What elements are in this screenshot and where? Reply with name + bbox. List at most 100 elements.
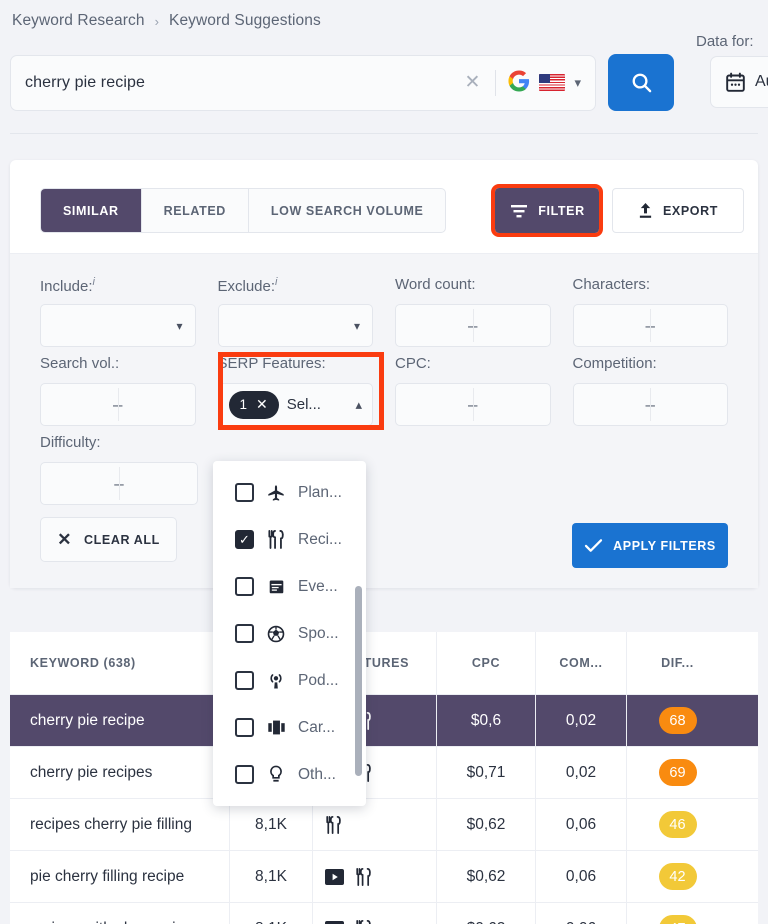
info-icon[interactable]: i (93, 276, 95, 288)
search-input-container[interactable]: cherry pie recipe ✕ ▾ (10, 54, 596, 111)
checkbox[interactable] (235, 483, 254, 502)
table-row[interactable]: cherry pie recipe $0,6 0,02 68 (10, 695, 758, 747)
serp-option-label: Plan... (298, 483, 342, 501)
search-input[interactable]: cherry pie recipe (25, 74, 461, 92)
checkbox[interactable] (235, 577, 254, 596)
cutlery-icon (266, 530, 286, 549)
filter-cpc-range[interactable]: – (395, 383, 551, 426)
filter-exclude: Exclude:i ▾ (217, 276, 373, 347)
cell-cpc: $0,62 (437, 903, 536, 924)
filter-cpc: CPC: – (395, 355, 551, 426)
date-range-button[interactable]: Au (710, 56, 768, 108)
search-submit-button[interactable] (608, 54, 674, 111)
chevron-up-icon[interactable]: ▴ (355, 397, 362, 413)
serp-features-select[interactable]: 1 ✕ Sel... ▴ (217, 383, 373, 426)
serp-option-recipes[interactable]: ✓ Reci... (213, 516, 366, 563)
serp-option-label: Reci... (298, 530, 342, 548)
close-x-icon[interactable]: ✕ (461, 72, 483, 94)
cell-keyword[interactable]: cherry pie recipes (10, 747, 230, 798)
info-icon[interactable]: i (275, 276, 277, 288)
checkbox[interactable]: ✓ (235, 530, 254, 549)
cell-competition: 0,06 (536, 799, 627, 850)
column-header-difficulty[interactable]: DIF... (627, 632, 728, 694)
cell-difficulty: 69 (627, 747, 728, 798)
checkbox[interactable] (235, 718, 254, 737)
cell-keyword[interactable]: recipes with cherry pie (10, 903, 230, 924)
cutlery-icon (326, 815, 341, 834)
table-row[interactable]: recipes with cherry pie 8,1K $0,62 0,06 … (10, 903, 758, 924)
filter-competition-label: Competition: (572, 355, 657, 372)
filter-search-volume-range[interactable]: – (40, 383, 196, 426)
column-header-cpc[interactable]: CPC (437, 632, 536, 694)
dropdown-scrollbar[interactable] (355, 586, 362, 776)
calendar-icon (726, 72, 745, 92)
breadcrumb-parent[interactable]: Keyword Research (12, 12, 145, 30)
checkbox[interactable] (235, 624, 254, 643)
us-flag-icon[interactable] (539, 74, 566, 91)
filter-difficulty-label: Difficulty: (40, 434, 101, 451)
filter-exclude-select[interactable]: ▾ (217, 304, 373, 347)
serp-option-other[interactable]: Oth... (213, 751, 366, 798)
filter-difficulty-range[interactable]: – (40, 462, 198, 505)
serp-option-plane[interactable]: Plan... (213, 469, 366, 516)
column-header-competition[interactable]: COM... (536, 632, 627, 694)
google-g-icon[interactable] (508, 69, 530, 96)
table-row[interactable]: recipes cherry pie filling 8,1K $0,62 0,… (10, 799, 758, 851)
serp-option-sports[interactable]: Spo... (213, 610, 366, 657)
filter-serp-features: SERP Features: 1 ✕ Sel... ▴ (217, 355, 373, 426)
cutlery-icon (356, 919, 371, 924)
serp-features-dropdown: Plan... ✓ Reci... Eve... Spo... Pod... C… (213, 461, 366, 806)
filter-icon (511, 204, 528, 217)
apply-filters-button[interactable]: APPLY FILTERS (572, 523, 728, 568)
table-row[interactable]: pie cherry filling recipe 8,1K $0,62 0,0… (10, 851, 758, 903)
tab-related[interactable]: RELATED (142, 189, 249, 232)
serp-option-carousel[interactable]: Car... (213, 704, 366, 751)
chevron-right-icon: › (154, 13, 159, 29)
serp-option-podcast[interactable]: Pod... (213, 657, 366, 704)
filter-exclude-label: Exclude:i (217, 276, 278, 295)
cell-difficulty: 68 (627, 695, 728, 746)
tab-low-search-volume[interactable]: LOW SEARCH VOLUME (249, 189, 446, 232)
cell-difficulty: 46 (627, 799, 728, 850)
cell-keyword[interactable]: cherry pie recipe (10, 695, 230, 746)
difficulty-badge: 68 (658, 707, 697, 734)
cell-keyword[interactable]: recipes cherry pie filling (10, 799, 230, 850)
difficulty-badge: 46 (658, 811, 697, 838)
filter-difficulty: Difficulty: – ✕ CLEAR ALL (40, 434, 198, 562)
filter-competition: Competition: – (572, 355, 728, 426)
serp-option-events[interactable]: Eve... (213, 563, 366, 610)
close-x-icon[interactable]: ✕ (256, 396, 268, 413)
difficulty-badge: 69 (658, 759, 697, 786)
checkbox[interactable] (235, 671, 254, 690)
cell-cpc: $0,6 (437, 695, 536, 746)
cell-serp-features (313, 799, 437, 850)
filter-competition-range[interactable]: – (572, 383, 728, 426)
soccer-ball-icon (266, 625, 286, 643)
filter-include-select[interactable]: ▾ (40, 304, 196, 347)
airplane-icon (266, 484, 286, 502)
cell-keyword[interactable]: pie cherry filling recipe (10, 851, 230, 902)
filter-button[interactable]: FILTER (491, 184, 603, 237)
filter-characters-range[interactable]: – (572, 304, 728, 347)
column-header-keyword[interactable]: KEYWORD (638) (10, 632, 230, 694)
chevron-down-icon[interactable]: ▾ (574, 75, 581, 91)
serp-options-list: Plan... ✓ Reci... Eve... Spo... Pod... C… (213, 461, 366, 806)
export-button[interactable]: EXPORT (612, 188, 744, 233)
difficulty-badge: 47 (658, 915, 697, 924)
cutlery-icon (356, 867, 371, 886)
results-panel: SIMILAR RELATED LOW SEARCH VOLUME FILTER… (10, 160, 758, 588)
table-row[interactable]: cherry pie recipes $0,71 0,02 69 (10, 747, 758, 799)
filter-word-count-range[interactable]: – (395, 304, 551, 347)
divider (495, 69, 497, 96)
export-button-label: EXPORT (663, 203, 718, 218)
cell-volume: 8,1K (230, 903, 313, 924)
filter-row-2: Search vol.: – SERP Features: 1 ✕ Sel...… (40, 355, 728, 426)
podcast-icon (266, 672, 286, 690)
clear-all-button[interactable]: ✕ CLEAR ALL (40, 517, 177, 562)
cell-competition: 0,02 (536, 747, 627, 798)
cell-competition: 0,02 (536, 695, 627, 746)
serp-selected-count-badge[interactable]: 1 ✕ (228, 390, 279, 419)
tab-similar[interactable]: SIMILAR (41, 189, 142, 232)
checkbox[interactable] (235, 765, 254, 784)
serp-placeholder: Sel... (286, 396, 321, 413)
